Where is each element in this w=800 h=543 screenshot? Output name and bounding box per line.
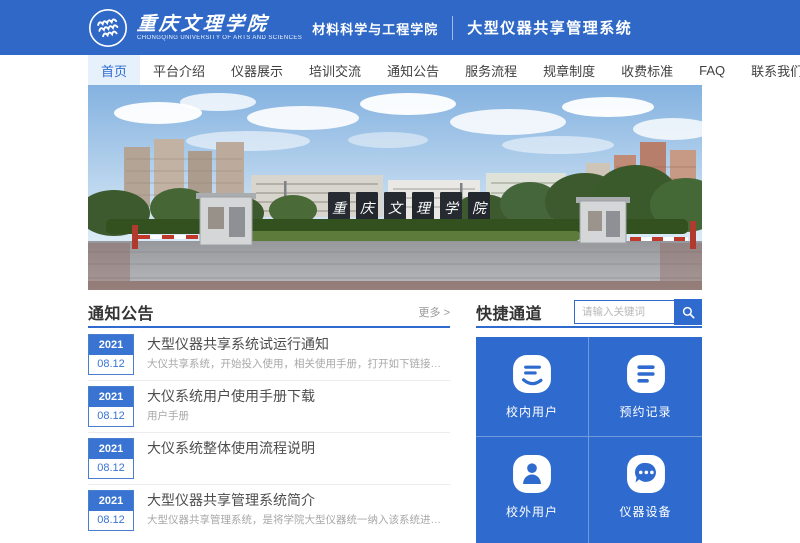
notice-summary: 大仪共享系统，开始投入使用，相关使用手册，打开如下链接即可下载学习。http:/… bbox=[147, 358, 450, 371]
notice-item[interactable]: 2021 08.12 大型仪器共享系统试运行通知 大仪共享系统，开始投入使用，相… bbox=[88, 329, 450, 381]
sign-char: 理 bbox=[416, 201, 432, 217]
search-input[interactable] bbox=[574, 300, 674, 324]
list-icon bbox=[626, 354, 666, 394]
notice-date-badge: 2021 08.12 bbox=[88, 490, 134, 531]
hand-list-icon bbox=[512, 354, 552, 394]
quick-channel-panel: 校内用户 预约记录 校外用 bbox=[476, 337, 702, 543]
quick-link-external-users[interactable]: 校外用户 bbox=[476, 437, 589, 543]
nav-item-faq[interactable]: FAQ bbox=[686, 55, 738, 85]
notice-year: 2021 bbox=[89, 439, 133, 459]
system-title: 大型仪器共享管理系统 bbox=[467, 17, 632, 38]
department-name: 材料科学与工程学院 bbox=[312, 17, 438, 38]
quick-link-reservation-records[interactable]: 预约记录 bbox=[589, 337, 702, 437]
main-nav: 首页 平台介绍 仪器展示 培训交流 通知公告 服务流程 规章制度 收费标准 FA… bbox=[0, 55, 800, 85]
search-button[interactable] bbox=[674, 299, 702, 325]
notice-date-badge: 2021 08.12 bbox=[88, 334, 134, 375]
notice-day: 08.12 bbox=[89, 407, 133, 426]
university-name-en: CHONGQING UNIVERSITY OF ARTS AND SCIENCE… bbox=[137, 35, 302, 41]
user-icon bbox=[512, 454, 552, 494]
quick-link-label: 仪器设备 bbox=[619, 503, 671, 520]
notice-date-badge: 2021 08.12 bbox=[88, 386, 134, 427]
page-header: 重庆文理学院 CHONGQING UNIVERSITY OF ARTS AND … bbox=[0, 0, 800, 55]
notice-title[interactable]: 大型仪器共享系统试运行通知 bbox=[147, 335, 450, 353]
chat-dots-icon bbox=[626, 454, 666, 494]
nav-item-regulations[interactable]: 规章制度 bbox=[530, 55, 608, 85]
sign-char: 文 bbox=[388, 201, 404, 217]
quick-link-instruments[interactable]: 仪器设备 bbox=[589, 437, 702, 543]
quick-link-internal-users[interactable]: 校内用户 bbox=[476, 337, 589, 437]
notices-title: 通知公告 bbox=[88, 300, 154, 324]
quick-link-label: 预约记录 bbox=[619, 403, 671, 420]
notice-date-badge: 2021 08.12 bbox=[88, 438, 134, 479]
nav-item-instrument-display[interactable]: 仪器展示 bbox=[218, 55, 296, 85]
notice-summary: 大型仪器共享管理系统，是将学院大型仪器统一纳入该系统进行管理，以实现仪器的资源共… bbox=[147, 514, 450, 527]
quick-channel-title: 快捷通道 bbox=[476, 300, 542, 324]
main-content: 通知公告 更多 > 2021 08.12 大型仪器共享系统试运行通知 大仪共享系… bbox=[88, 298, 702, 543]
notice-item[interactable]: 2021 08.12 大仪系统用户使用手册下载 用户手册 bbox=[88, 381, 450, 433]
university-emblem-icon bbox=[88, 8, 128, 48]
sign-char: 学 bbox=[444, 201, 460, 217]
magnifier-icon bbox=[682, 306, 695, 319]
campus-banner-image: 重 庆 文 理 学 院 bbox=[88, 85, 702, 290]
quick-link-label: 校外用户 bbox=[506, 503, 558, 520]
nav-item-fees[interactable]: 收费标准 bbox=[608, 55, 686, 85]
university-name-block: 重庆文理学院 CHONGQING UNIVERSITY OF ARTS AND … bbox=[137, 14, 302, 41]
notice-year: 2021 bbox=[89, 387, 133, 407]
header-divider bbox=[452, 16, 453, 40]
search-bar bbox=[574, 299, 702, 325]
notice-title[interactable]: 大仪系统用户使用手册下载 bbox=[147, 387, 450, 405]
notice-title[interactable]: 大仪系统整体使用流程说明 bbox=[147, 439, 450, 457]
notices-more-link[interactable]: 更多 > bbox=[419, 304, 450, 320]
quick-channel-section: 快捷通道 bbox=[476, 298, 702, 543]
sign-char: 重 bbox=[332, 201, 348, 217]
nav-item-service-process[interactable]: 服务流程 bbox=[452, 55, 530, 85]
notice-day: 08.12 bbox=[89, 355, 133, 374]
nav-item-notices[interactable]: 通知公告 bbox=[374, 55, 452, 85]
nav-item-platform-intro[interactable]: 平台介绍 bbox=[140, 55, 218, 85]
notice-summary: 用户手册 bbox=[147, 410, 450, 423]
nav-item-home[interactable]: 首页 bbox=[88, 55, 140, 85]
sign-char: 院 bbox=[472, 201, 488, 217]
nav-item-contact[interactable]: 联系我们 bbox=[738, 55, 800, 85]
sign-char: 庆 bbox=[360, 201, 376, 217]
notice-year: 2021 bbox=[89, 335, 133, 355]
notice-day: 08.12 bbox=[89, 459, 133, 478]
notices-section: 通知公告 更多 > 2021 08.12 大型仪器共享系统试运行通知 大仪共享系… bbox=[88, 298, 450, 543]
notice-list: 2021 08.12 大型仪器共享系统试运行通知 大仪共享系统，开始投入使用，相… bbox=[88, 329, 450, 536]
notice-item[interactable]: 2021 08.12 大仪系统整体使用流程说明 bbox=[88, 433, 450, 485]
quick-link-label: 校内用户 bbox=[506, 403, 558, 420]
campus-photo-illustration: 重 庆 文 理 学 院 bbox=[88, 85, 702, 290]
nav-item-training[interactable]: 培训交流 bbox=[296, 55, 374, 85]
notice-year: 2021 bbox=[89, 491, 133, 511]
notice-day: 08.12 bbox=[89, 511, 133, 530]
notice-item[interactable]: 2021 08.12 大型仪器共享管理系统简介 大型仪器共享管理系统，是将学院大… bbox=[88, 485, 450, 536]
university-name: 重庆文理学院 bbox=[136, 14, 303, 35]
notice-title[interactable]: 大型仪器共享管理系统简介 bbox=[147, 491, 450, 509]
